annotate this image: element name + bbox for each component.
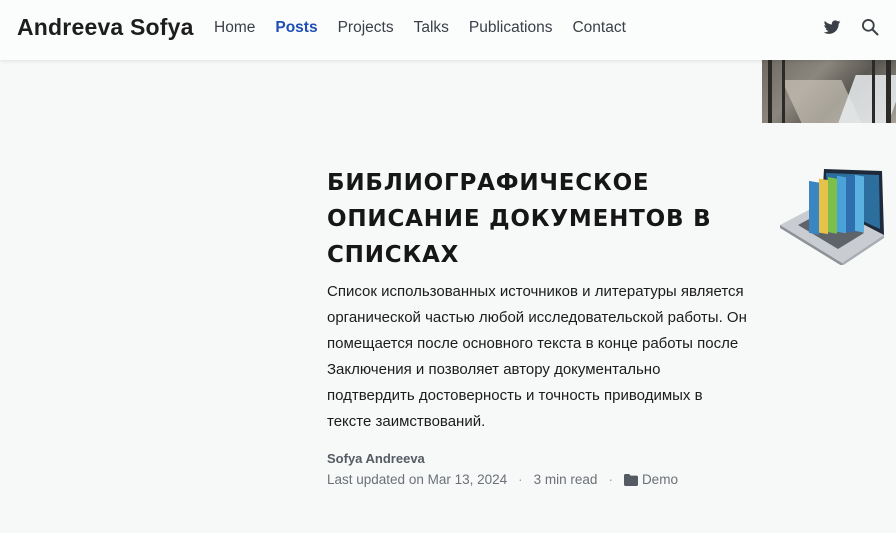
photo-tree: [768, 60, 772, 123]
nav-link-projects[interactable]: Projects: [338, 19, 394, 37]
nav-link-talks[interactable]: Talks: [414, 19, 449, 37]
nav-link-publications[interactable]: Publications: [469, 19, 553, 37]
post-meta: Last updated on Mar 13, 2024 · 3 min rea…: [327, 472, 747, 487]
post-summary: Список использованных источников и литер…: [327, 283, 747, 430]
nav-icons: [822, 17, 880, 37]
nav-links: Home Posts Projects Talks Publications C…: [214, 19, 646, 37]
photo-tree: [872, 60, 875, 123]
post-read-time: 3 min read: [533, 472, 598, 487]
folder-icon: [623, 473, 638, 486]
nav-link-contact[interactable]: Contact: [572, 19, 625, 37]
post-author[interactable]: Sofya Andreeva: [327, 451, 747, 466]
top-navbar: Andreeva Sofya Home Posts Projects Talks…: [0, 0, 896, 60]
previous-post-thumbnail[interactable]: [762, 60, 896, 123]
post-thumbnail-laptop-books[interactable]: [776, 163, 884, 265]
nav-link-posts[interactable]: Posts: [275, 19, 317, 37]
twitter-icon[interactable]: [822, 17, 842, 37]
meta-separator: ·: [608, 472, 613, 487]
post-summary-card: БИБЛИОГРАФИЧЕСКОЕ ОПИСАНИЕ ДОКУМЕНТОВ В …: [327, 165, 747, 487]
post-title[interactable]: БИБЛИОГРАФИЧЕСКОЕ ОПИСАНИЕ ДОКУМЕНТОВ В …: [327, 165, 747, 273]
photo-tree: [886, 60, 891, 123]
post-category-link[interactable]: Demo: [642, 472, 678, 487]
search-icon[interactable]: [860, 17, 880, 37]
photo-tree: [782, 60, 785, 123]
site-brand[interactable]: Andreeva Sofya: [17, 14, 194, 41]
meta-separator: ·: [518, 472, 523, 487]
post-updated-date: Last updated on Mar 13, 2024: [327, 472, 508, 487]
nav-link-home[interactable]: Home: [214, 19, 255, 37]
